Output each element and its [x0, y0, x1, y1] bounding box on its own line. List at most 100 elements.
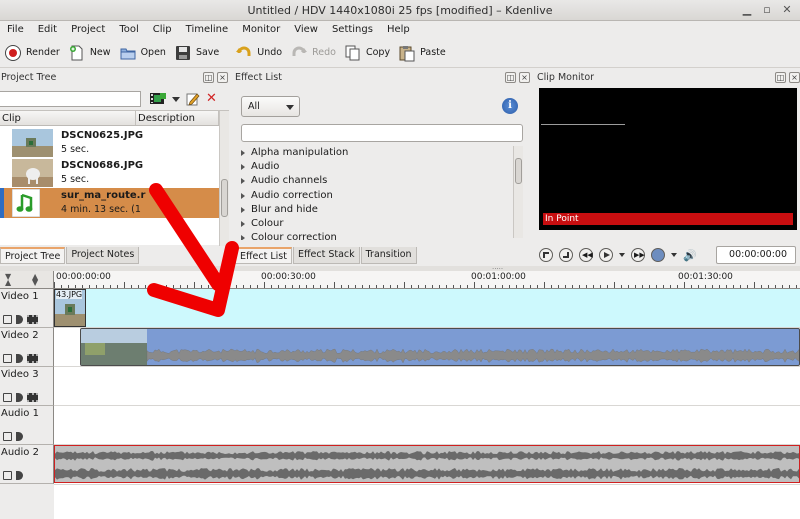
window-title: Untitled / HDV 1440x1080i 25 fps [modifi… — [247, 4, 553, 17]
effect-search-input[interactable] — [241, 124, 523, 142]
effect-category-item[interactable]: Colour correction — [236, 231, 525, 240]
info-icon[interactable]: i — [502, 98, 518, 114]
project-clip-row-selected[interactable]: sur_ma_route.r 4 min. 13 sec. (1 — [0, 188, 219, 218]
timeline-ruler[interactable]: 00:00:00:00 00:00:30:00 00:01:00:00 00:0… — [54, 271, 800, 289]
effect-category-item[interactable]: Audio correction — [236, 189, 525, 203]
effect-filter-select[interactable]: All — [241, 96, 300, 117]
tab-effect-list[interactable]: Effect List — [235, 247, 292, 264]
mute-audio-icon[interactable] — [16, 315, 23, 324]
redo-arrow-icon — [290, 44, 308, 62]
column-clip[interactable]: Clip — [0, 111, 136, 125]
effect-category-item[interactable]: Colour — [236, 217, 525, 231]
menu-timeline[interactable]: Timeline — [179, 21, 236, 38]
close-icon[interactable]: ✕ — [780, 3, 794, 17]
expand-icon[interactable]: ▲ ▼ — [32, 273, 38, 287]
new-button[interactable]: New — [66, 40, 117, 66]
track-header-video-2[interactable]: Video 2 — [0, 328, 54, 367]
zone-icon[interactable] — [651, 248, 665, 262]
timeline-video-clip[interactable] — [80, 328, 800, 366]
menu-file[interactable]: File — [0, 21, 31, 38]
mute-audio-icon[interactable] — [16, 354, 23, 363]
track-header-audio-2[interactable]: Audio 2 — [0, 445, 54, 484]
mute-audio-icon[interactable] — [16, 432, 23, 441]
tab-effect-stack[interactable]: Effect Stack — [292, 247, 360, 264]
menu-project[interactable]: Project — [64, 21, 112, 38]
menu-edit[interactable]: Edit — [31, 21, 64, 38]
chevron-down-icon[interactable] — [671, 253, 677, 257]
lock-icon[interactable] — [3, 393, 12, 402]
project-tree-search-input[interactable] — [0, 91, 141, 107]
close-icon[interactable]: × — [519, 72, 530, 83]
effect-category-item[interactable]: Alpha manipulation — [236, 146, 525, 160]
paste-button[interactable]: Paste — [396, 40, 452, 66]
track-lane-audio-2[interactable] — [54, 445, 800, 485]
lock-icon[interactable] — [3, 432, 12, 441]
menu-monitor[interactable]: Monitor — [235, 21, 287, 38]
lock-icon[interactable] — [3, 471, 12, 480]
chevron-down-icon[interactable] — [619, 253, 625, 257]
track-lane-video-3[interactable] — [54, 367, 800, 406]
track-lane-video-1[interactable]: 43.JPG — [54, 289, 800, 328]
track-lane-video-2[interactable] — [54, 328, 800, 367]
tab-project-notes[interactable]: Project Notes — [66, 247, 140, 264]
menu-help[interactable]: Help — [380, 21, 417, 38]
open-button[interactable]: Open — [117, 40, 172, 66]
clip-monitor-screen[interactable] — [539, 88, 797, 230]
track-header-video-1[interactable]: Video 1 — [0, 289, 54, 328]
project-clip-row[interactable]: DSCN0686.JPG 5 sec. — [0, 158, 219, 188]
timeline-tracks[interactable]: 43.JPG — [54, 289, 800, 519]
project-tree-scrollbar[interactable] — [219, 111, 229, 246]
menu-clip[interactable]: Clip — [146, 21, 179, 38]
close-icon[interactable]: × — [789, 72, 800, 83]
forward-icon[interactable]: ▶▶ — [631, 248, 645, 262]
lock-icon[interactable] — [3, 354, 12, 363]
project-clip-row[interactable]: DSCN0625.JPG 5 sec. — [0, 128, 219, 158]
lock-icon[interactable] — [3, 315, 12, 324]
undo-button[interactable]: Undo — [233, 40, 288, 66]
timeline-image-clip[interactable]: 43.JPG — [54, 289, 86, 327]
track-lane-audio-1[interactable] — [54, 406, 800, 445]
timeline-audio-clip[interactable] — [54, 445, 800, 483]
render-button[interactable]: Render — [2, 40, 66, 66]
add-clip-icon[interactable] — [150, 93, 166, 105]
rewind-icon[interactable]: ◀◀ — [579, 248, 593, 262]
effect-category-item[interactable]: Audio channels — [236, 174, 525, 188]
volume-icon[interactable]: 🔊 — [683, 249, 697, 262]
ruler-tick — [656, 285, 657, 288]
hide-video-icon[interactable] — [27, 354, 38, 363]
chevron-down-icon[interactable] — [172, 96, 180, 102]
menu-settings[interactable]: Settings — [325, 21, 380, 38]
mute-audio-icon[interactable] — [16, 471, 23, 480]
redo-button[interactable]: Redo — [288, 40, 342, 66]
close-icon[interactable]: × — [217, 72, 228, 83]
play-icon[interactable] — [599, 248, 613, 262]
tab-project-tree[interactable]: Project Tree — [0, 247, 66, 264]
clip-monitor-timecode-input[interactable]: 00:00:00:00 — [716, 246, 796, 264]
save-button[interactable]: Save — [172, 40, 225, 66]
track-header-audio-1[interactable]: Audio 1 — [0, 406, 54, 445]
float-icon[interactable]: ◫ — [505, 72, 516, 83]
delete-clip-icon[interactable]: ✕ — [206, 92, 217, 106]
float-icon[interactable]: ◫ — [775, 72, 786, 83]
hide-video-icon[interactable] — [27, 315, 38, 324]
hide-video-icon[interactable] — [27, 393, 38, 402]
set-zone-end-icon[interactable] — [559, 248, 573, 262]
float-icon[interactable]: ◫ — [203, 72, 214, 83]
menu-view[interactable]: View — [287, 21, 325, 38]
ruler-tick — [432, 285, 433, 288]
set-zone-start-icon[interactable] — [539, 248, 553, 262]
minimize-icon[interactable]: ▁ — [740, 3, 754, 17]
effect-category-item[interactable]: Blur and hide — [236, 203, 525, 217]
ruler-label: 00:01:30:00 — [678, 272, 733, 282]
edit-clip-icon[interactable] — [186, 92, 200, 106]
copy-button[interactable]: Copy — [342, 40, 396, 66]
menu-tool[interactable]: Tool — [112, 21, 145, 38]
column-description[interactable]: Description — [136, 111, 219, 125]
collapse-icon[interactable]: ▼ ▲ — [5, 273, 11, 287]
effect-category-item[interactable]: Audio — [236, 160, 525, 174]
tab-transition[interactable]: Transition — [360, 247, 417, 264]
effect-list-scrollbar[interactable] — [513, 146, 523, 238]
track-header-video-3[interactable]: Video 3 — [0, 367, 54, 406]
mute-audio-icon[interactable] — [16, 393, 23, 402]
maximize-icon[interactable]: ▫ — [760, 3, 774, 17]
